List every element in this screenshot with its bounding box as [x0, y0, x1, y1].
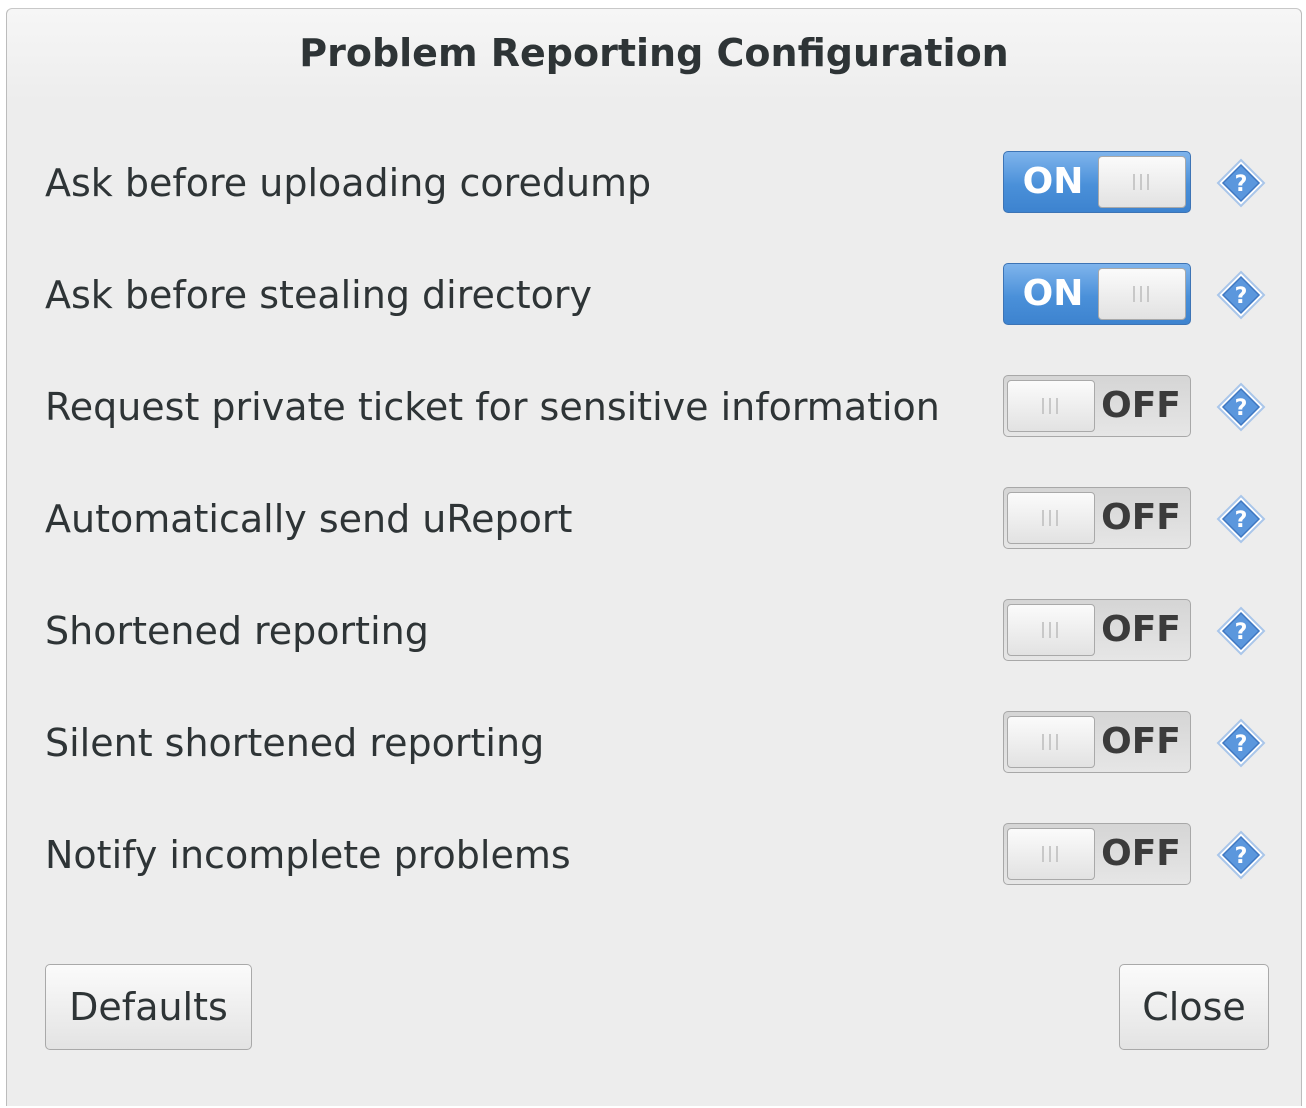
toggle-switch-shortened-reporting[interactable]: OFF [1003, 599, 1191, 661]
help-icon[interactable]: ? [1215, 157, 1267, 209]
title-bar[interactable]: Problem Reporting Configuration [7, 9, 1301, 101]
close-button[interactable]: Close [1119, 964, 1269, 1050]
help-icon[interactable]: ? [1215, 717, 1267, 769]
switch-slider[interactable] [1098, 156, 1186, 208]
toggle-switch-send-ureport[interactable]: OFF [1003, 487, 1191, 549]
help-icon[interactable]: ? [1215, 493, 1267, 545]
option-label: Ask before stealing directory [45, 273, 593, 317]
switch-slider[interactable] [1007, 716, 1095, 768]
toggle-switch-notify-incomplete[interactable]: OFF [1003, 823, 1191, 885]
grip-icon [1133, 174, 1151, 190]
switch-slider[interactable] [1007, 828, 1095, 880]
option-row-ask-coredump: Ask before uploading coredump ON ? [7, 151, 1301, 215]
help-icon[interactable]: ? [1215, 269, 1267, 321]
grip-icon [1042, 510, 1060, 526]
switch-slider[interactable] [1007, 380, 1095, 432]
svg-text:?: ? [1235, 284, 1248, 309]
option-row-silent-shortened: Silent shortened reporting OFF ? [7, 711, 1301, 775]
grip-icon [1042, 846, 1060, 862]
option-row-ask-stealing: Ask before stealing directory ON ? [7, 263, 1301, 327]
option-label: Notify incomplete problems [45, 833, 571, 877]
dialog-title: Problem Reporting Configuration [299, 31, 1009, 75]
option-row-notify-incomplete: Notify incomplete problems OFF ? [7, 823, 1301, 887]
grip-icon [1042, 398, 1060, 414]
toggle-switch-ask-stealing[interactable]: ON [1003, 263, 1191, 325]
svg-text:?: ? [1235, 844, 1248, 869]
switch-state-text: OFF [1101, 609, 1181, 650]
option-label: Shortened reporting [45, 609, 429, 653]
switch-state-text: OFF [1101, 497, 1181, 538]
problem-reporting-dialog: Problem Reporting Configuration Ask befo… [6, 8, 1302, 1106]
help-icon[interactable]: ? [1215, 829, 1267, 881]
defaults-button[interactable]: Defaults [45, 964, 252, 1050]
svg-text:?: ? [1235, 396, 1248, 421]
svg-text:?: ? [1235, 508, 1248, 533]
option-row-shortened-reporting: Shortened reporting OFF ? [7, 599, 1301, 663]
switch-state-text: OFF [1101, 385, 1181, 426]
switch-state-text: ON [1022, 161, 1084, 202]
switch-slider[interactable] [1007, 604, 1095, 656]
switch-state-text: ON [1022, 273, 1084, 314]
toggle-switch-ask-coredump[interactable]: ON [1003, 151, 1191, 213]
option-row-send-ureport: Automatically send uReport OFF ? [7, 487, 1301, 551]
svg-text:?: ? [1235, 732, 1248, 757]
switch-slider[interactable] [1098, 268, 1186, 320]
toggle-switch-private-ticket[interactable]: OFF [1003, 375, 1191, 437]
option-label: Ask before uploading coredump [45, 161, 652, 205]
switch-state-text: OFF [1101, 833, 1181, 874]
svg-text:?: ? [1235, 620, 1248, 645]
help-icon[interactable]: ? [1215, 605, 1267, 657]
option-label: Silent shortened reporting [45, 721, 545, 765]
option-label: Request private ticket for sensitive inf… [45, 385, 940, 429]
option-label: Automatically send uReport [45, 497, 573, 541]
option-row-private-ticket: Request private ticket for sensitive inf… [7, 375, 1301, 439]
toggle-switch-silent-shortened[interactable]: OFF [1003, 711, 1191, 773]
switch-state-text: OFF [1101, 721, 1181, 762]
svg-text:?: ? [1235, 172, 1248, 197]
grip-icon [1133, 286, 1151, 302]
switch-slider[interactable] [1007, 492, 1095, 544]
grip-icon [1042, 622, 1060, 638]
grip-icon [1042, 734, 1060, 750]
help-icon[interactable]: ? [1215, 381, 1267, 433]
